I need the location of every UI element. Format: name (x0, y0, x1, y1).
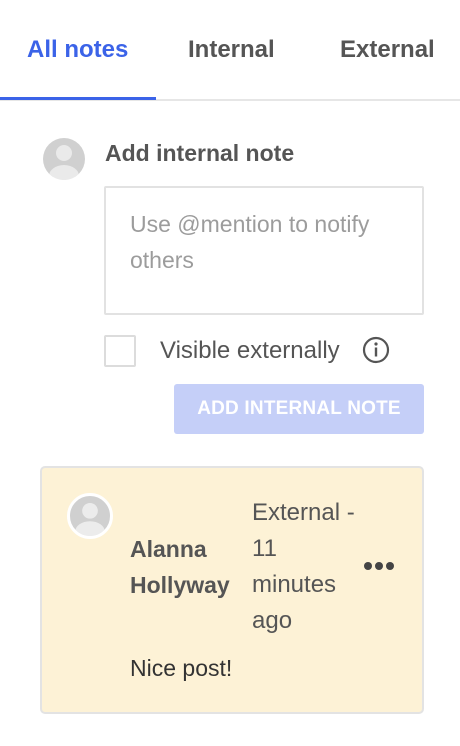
more-options-icon[interactable] (360, 552, 400, 580)
add-internal-note-button[interactable]: ADD INTERNAL NOTE (174, 384, 424, 434)
author-avatar-icon (67, 493, 113, 539)
note-meta: External - 11 minutes ago (252, 499, 355, 634)
current-user-avatar-icon (43, 138, 85, 180)
add-note-heading: Add internal note (105, 140, 295, 166)
notes-tabs: All notes Internal External (0, 0, 460, 101)
active-tab-indicator (0, 97, 156, 100)
note-input[interactable] (104, 186, 424, 315)
note-body: Nice post! (130, 655, 233, 681)
tab-external[interactable]: External (340, 36, 435, 64)
visible-externally-checkbox[interactable] (104, 335, 136, 367)
note-author: Alanna Hollyway (130, 536, 230, 598)
note-card: Alanna Hollyway External - 11 minutes ag… (40, 466, 424, 714)
info-icon[interactable] (362, 336, 390, 364)
tab-all-notes[interactable]: All notes (27, 36, 128, 64)
tab-internal[interactable]: Internal (188, 36, 275, 64)
visible-externally-label[interactable]: Visible externally (160, 337, 340, 365)
